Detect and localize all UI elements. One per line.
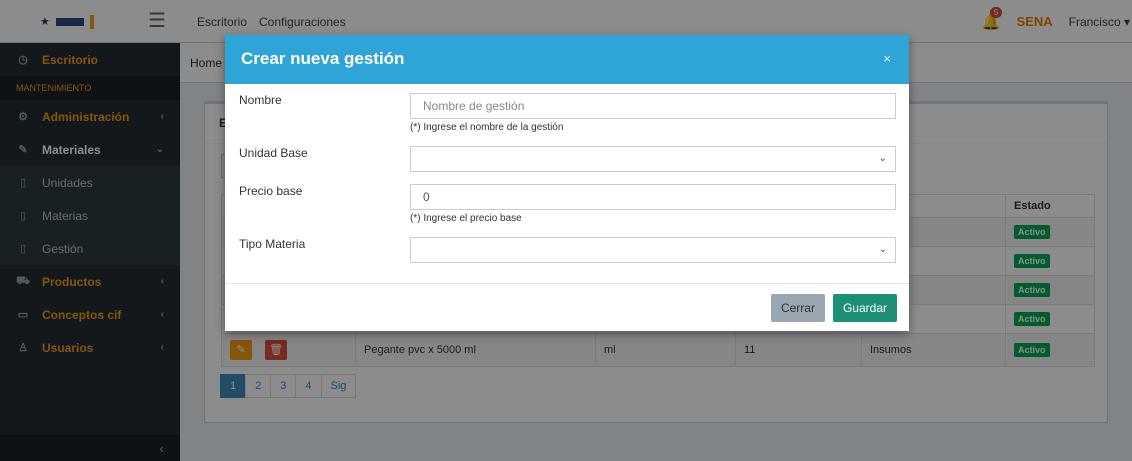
- modal-body: Nombre (*) Ingrese el nombre de la gesti…: [225, 84, 909, 282]
- precio-base-help: (*) Ingrese el precio base: [410, 213, 522, 224]
- unidad-base-select[interactable]: ⌄: [410, 146, 896, 172]
- chevron-down-icon: ⌄: [878, 153, 887, 164]
- cerrar-button[interactable]: Cerrar: [770, 294, 825, 322]
- unidad-base-label: Unidad Base: [239, 146, 308, 160]
- guardar-button[interactable]: Guardar: [832, 294, 897, 322]
- nombre-label: Nombre: [239, 93, 282, 107]
- precio-base-label: Precio base: [239, 184, 303, 198]
- precio-base-input[interactable]: [410, 184, 896, 210]
- tipo-materia-label: Tipo Materia: [239, 237, 306, 251]
- nombre-help: (*) Ingrese el nombre de la gestión: [410, 122, 564, 133]
- nombre-input[interactable]: [410, 93, 896, 119]
- create-gestion-modal: Crear nueva gestión × Nombre (*) Ingrese…: [225, 35, 909, 331]
- tipo-materia-select[interactable]: ⌄: [410, 237, 896, 263]
- close-icon[interactable]: ×: [883, 51, 891, 66]
- chevron-down-icon: ⌄: [878, 244, 887, 255]
- modal-title: Crear nueva gestión: [241, 49, 405, 68]
- modal-header: Crear nueva gestión ×: [225, 35, 909, 84]
- modal-footer: Cerrar Guardar: [225, 283, 909, 331]
